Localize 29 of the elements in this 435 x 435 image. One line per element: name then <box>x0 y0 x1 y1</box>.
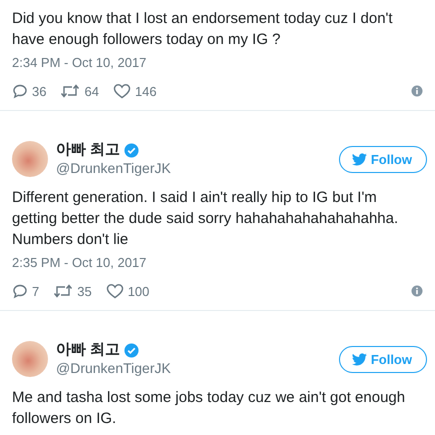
avatar[interactable] <box>12 341 48 377</box>
timestamp[interactable]: 2:34 PM - Oct 10, 2017 <box>12 54 423 72</box>
reply-count: 36 <box>32 84 46 98</box>
follow-button[interactable]: Follow <box>338 146 427 172</box>
user-handle[interactable]: @DrunkenTigerJK <box>56 359 331 377</box>
timestamp[interactable]: 2:35 PM - Oct 10, 2017 <box>12 254 423 272</box>
reply-count: 7 <box>32 284 40 298</box>
heart-icon[interactable] <box>112 83 131 99</box>
retweet-count: 35 <box>77 284 92 298</box>
reply-icon[interactable] <box>12 283 28 299</box>
bird-icon <box>352 152 367 166</box>
like-count: 146 <box>134 84 157 98</box>
heart-icon[interactable] <box>106 283 124 299</box>
display-name[interactable]: 아빠 최고 <box>56 341 120 359</box>
user-handle[interactable]: @DrunkenTigerJK <box>56 159 331 177</box>
avatar[interactable] <box>12 141 48 177</box>
like-count: 100 <box>128 284 150 298</box>
retweet-icon[interactable] <box>60 83 80 99</box>
tweet-text: Me and tasha lost some jobs today cuz we ain't got enough followers on IG. <box>12 388 406 429</box>
info-icon[interactable] <box>411 285 423 297</box>
bird-icon <box>352 352 367 366</box>
tweet-text: Did you know that I lost an endorsement today cuz I don't have enough followers today on my IG ? <box>12 9 394 50</box>
reply-icon[interactable] <box>12 83 28 99</box>
follow-button[interactable]: Follow <box>338 346 427 372</box>
retweet-count: 64 <box>84 84 99 98</box>
info-icon[interactable] <box>411 85 423 97</box>
tweet-text: Different generation. I said I ain't really hip to IG but I'm getting better the dude said sorry hahahahahahahahahha. Numbers don't lie <box>12 188 400 250</box>
retweet-icon[interactable] <box>53 283 74 299</box>
display-name[interactable]: 아빠 최고 <box>56 141 120 159</box>
